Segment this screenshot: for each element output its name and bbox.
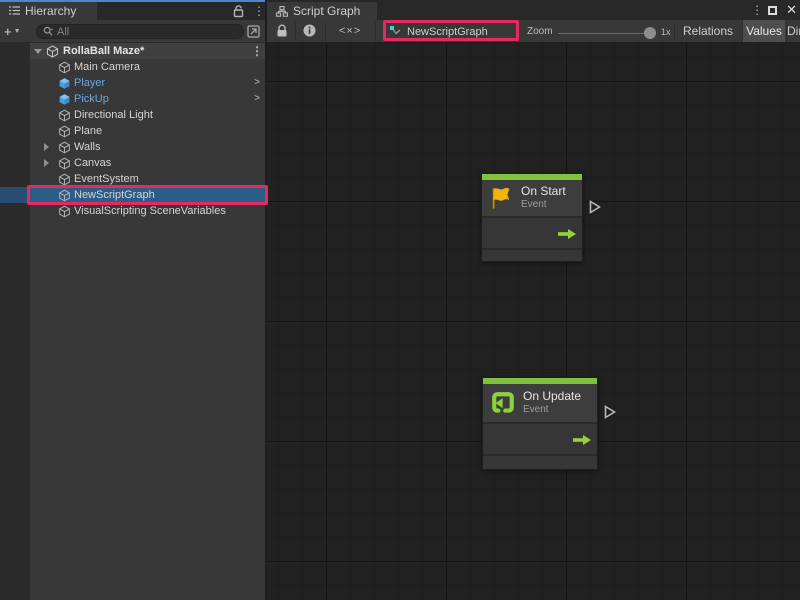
zoom-slider-handle[interactable] (644, 27, 656, 39)
toolbar-separator (375, 22, 376, 41)
hierarchy-tab-label: Hierarchy (25, 4, 76, 18)
expander-icon[interactable] (44, 159, 49, 167)
gameobject-cube-icon (58, 205, 71, 218)
hierarchy-item-walls[interactable]: Walls (0, 139, 265, 155)
toolbar-separator (295, 22, 296, 41)
hierarchy-list-icon (9, 6, 20, 16)
item-label: EventSystem (74, 173, 139, 185)
scene-header[interactable]: RollaBall Maze* ⋮ (30, 43, 265, 59)
gameobject-cube-icon (58, 125, 71, 138)
hierarchy-item-main-camera[interactable]: Main Camera (0, 59, 265, 75)
node-subtitle: Event (521, 199, 566, 211)
maximize-icon[interactable] (768, 6, 777, 15)
item-label: Main Camera (74, 61, 140, 73)
graph-tab-icon (276, 6, 288, 17)
gameobject-cube-icon (58, 61, 71, 74)
node-footer (483, 456, 597, 469)
flag-icon (488, 185, 515, 212)
hierarchy-item-visualscripting-scenevariables[interactable]: VisualScripting SceneVariables (0, 203, 265, 219)
gameobject-cube-icon (58, 173, 71, 186)
item-label: Plane (74, 125, 102, 137)
graph-toolbar: <×> NewScriptGraph Zoom 1x Relations Val… (267, 20, 800, 43)
search-placeholder: All (57, 26, 69, 38)
graph-ref-label: NewScriptGraph (407, 26, 488, 38)
item-label: Walls (74, 141, 100, 153)
item-label: NewScriptGraph (74, 189, 155, 201)
item-label: PickUp (74, 93, 109, 105)
prefab-chevron-icon[interactable]: > (254, 77, 260, 88)
node-title: On Start (521, 185, 566, 199)
gameobject-cube-icon (58, 157, 71, 170)
hierarchy-toolbar: +▼ All (0, 20, 265, 43)
hierarchy-item-player[interactable]: Player > (0, 75, 265, 91)
hierarchy-tabstrip: Hierarchy ⋮ (0, 0, 265, 20)
prefab-cube-icon (58, 93, 71, 106)
node-footer (482, 250, 582, 261)
graph-reference-button[interactable]: NewScriptGraph (389, 23, 488, 40)
dim-button[interactable]: Dim (787, 20, 800, 42)
flow-output-arrow-icon[interactable] (573, 435, 591, 445)
item-label: Directional Light (74, 109, 153, 121)
lock-icon[interactable] (276, 24, 288, 38)
hierarchy-item-canvas[interactable]: Canvas (0, 155, 265, 171)
hierarchy-tree: RollaBall Maze* ⋮ Main CameraPlayer>Pick… (0, 43, 265, 600)
tab-hierarchy[interactable]: Hierarchy (0, 2, 97, 20)
hierarchy-menu-icon[interactable]: ⋮ (253, 6, 261, 16)
prefab-cube-icon (58, 77, 71, 90)
collapse-caret-icon[interactable] (34, 49, 42, 54)
close-icon[interactable]: ✕ (786, 4, 797, 16)
toolbar-separator (325, 22, 326, 41)
expander-icon[interactable] (44, 143, 49, 151)
graph-tabstrip: Script Graph ⋮ ✕ (265, 0, 800, 20)
unlock-icon[interactable] (233, 5, 245, 18)
loop-icon (489, 389, 517, 417)
hierarchy-search-input[interactable]: All (36, 24, 244, 39)
zoom-label: Zoom (527, 26, 553, 37)
item-label: Canvas (74, 157, 111, 169)
gameobject-cube-icon (58, 109, 71, 122)
item-label: VisualScripting SceneVariables (74, 205, 226, 217)
on-start-output-port[interactable] (589, 200, 601, 214)
gameobject-cube-icon (58, 141, 71, 154)
panel-focus-indicator (0, 0, 265, 2)
node-title: On Update (523, 390, 581, 404)
unity-scene-icon (46, 45, 59, 58)
on-update-output-port[interactable] (604, 405, 616, 419)
flow-output-arrow-icon[interactable] (558, 229, 576, 239)
hierarchy-item-eventsystem[interactable]: EventSystem (0, 171, 265, 187)
zoom-slider-track[interactable] (558, 33, 655, 34)
node-on-update[interactable]: On Update Event (482, 377, 598, 470)
relations-button[interactable]: Relations (675, 20, 741, 42)
window-menu-icon[interactable]: ⋮ (751, 5, 759, 15)
hierarchy-item-directional-light[interactable]: Directional Light (0, 107, 265, 123)
hierarchy-rows: Main Camera Player > PickUp > Directional Lig… (0, 59, 265, 219)
hierarchy-panel: Hierarchy ⋮ +▼ All RollaBall Maze* (0, 0, 265, 600)
script-graph-panel: Script Graph ⋮ ✕ <×> NewScriptGraph Zoom (265, 0, 800, 600)
scene-menu-icon[interactable]: ⋮ (251, 46, 259, 56)
zoom-value: 1x (661, 27, 671, 37)
tab-script-graph[interactable]: Script Graph (267, 2, 377, 20)
node-on-start[interactable]: On Start Event (481, 173, 583, 262)
info-icon[interactable] (303, 24, 316, 37)
variables-toggle[interactable]: <×> (339, 25, 361, 37)
hierarchy-item-newscriptgraph[interactable]: NewScriptGraph (0, 187, 265, 203)
hierarchy-item-plane[interactable]: Plane (0, 123, 265, 139)
pick-window-icon[interactable] (246, 24, 261, 39)
item-label: Player (74, 77, 105, 89)
search-icon (43, 26, 54, 37)
script-graph-ref-icon (389, 25, 402, 38)
dropdown-caret-icon: ▼ (14, 28, 21, 35)
gameobject-cube-icon (58, 189, 71, 202)
unity-editor-window: Hierarchy ⋮ +▼ All RollaBall Maze* (0, 0, 800, 600)
graph-tab-label: Script Graph (293, 4, 360, 18)
scene-name: RollaBall Maze* (63, 45, 144, 57)
plus-icon: + (4, 24, 12, 39)
prefab-chevron-icon[interactable]: > (254, 93, 260, 104)
node-subtitle: Event (523, 404, 581, 416)
add-gameobject-button[interactable]: +▼ (4, 23, 30, 39)
values-button[interactable]: Values (743, 20, 785, 42)
panel-divider[interactable] (265, 0, 267, 600)
graph-canvas[interactable]: On Start Event On Update Event (267, 43, 800, 600)
hierarchy-item-pickup[interactable]: PickUp > (0, 91, 265, 107)
